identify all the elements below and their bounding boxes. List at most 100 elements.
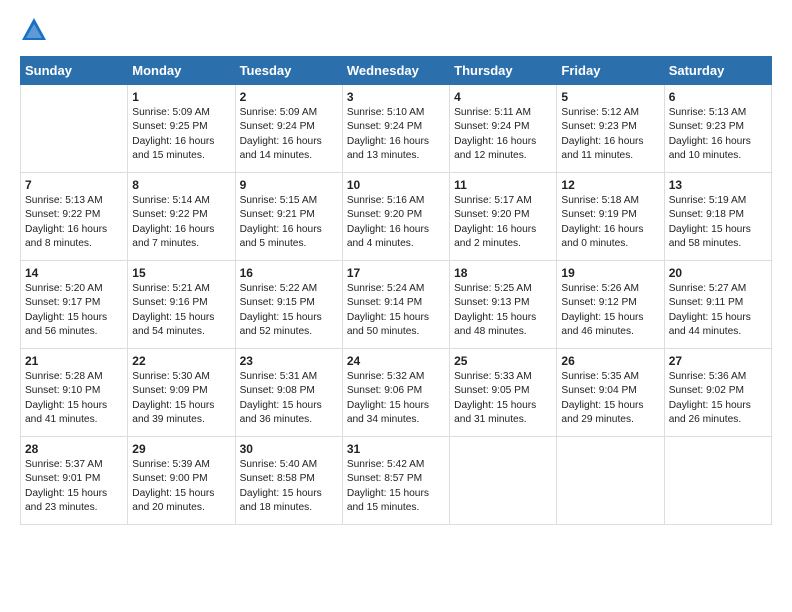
calendar-cell bbox=[450, 437, 557, 525]
day-number: 28 bbox=[25, 442, 123, 456]
day-number: 23 bbox=[240, 354, 338, 368]
calendar-cell: 23 Sunrise: 5:31 AM Sunset: 9:08 PM Dayli… bbox=[235, 349, 342, 437]
weekday-header: Tuesday bbox=[235, 57, 342, 85]
day-info: Sunrise: 5:35 AM Sunset: 9:04 PM Dayligh… bbox=[561, 370, 659, 427]
day-info: Sunrise: 5:15 AM Sunset: 9:21 PM Dayligh… bbox=[240, 194, 338, 251]
day-info: Sunrise: 5:31 AM Sunset: 9:08 PM Dayligh… bbox=[240, 370, 338, 427]
calendar-cell: 18Sunrise: 5:25 AM Sunset: 9:13 PM Dayli… bbox=[450, 261, 557, 349]
day-number: 3 bbox=[347, 90, 445, 104]
day-info: Sunrise: 5:18 AM Sunset: 9:19 PM Dayligh… bbox=[561, 194, 659, 251]
calendar-cell: 28 Sunrise: 5:37 AM Sunset: 9:01 PM Dayli… bbox=[21, 437, 128, 525]
day-info: Sunrise: 5:39 AM Sunset: 9:00 PM Dayligh… bbox=[132, 458, 230, 515]
day-info: Sunrise: 5:37 AM Sunset: 9:01 PM Dayligh… bbox=[25, 458, 123, 515]
calendar-cell: 5 Sunrise: 5:12 AM Sunset: 9:23 PM Daylig… bbox=[557, 85, 664, 173]
calendar-cell: 4 Sunrise: 5:11 AM Sunset: 9:24 PM Daylig… bbox=[450, 85, 557, 173]
day-number: 25 bbox=[454, 354, 552, 368]
day-number: 20 bbox=[669, 266, 767, 280]
day-number: 2 bbox=[240, 90, 338, 104]
day-number: 6 bbox=[669, 90, 767, 104]
weekday-header: Sunday bbox=[21, 57, 128, 85]
day-info: Sunrise: 5:13 AM Sunset: 9:23 PM Dayligh… bbox=[669, 106, 767, 163]
day-info: Sunrise: 5:33 AM Sunset: 9:05 PM Dayligh… bbox=[454, 370, 552, 427]
calendar-cell: 22 Sunrise: 5:30 AM Sunset: 9:09 PM Dayli… bbox=[128, 349, 235, 437]
logo-icon bbox=[20, 16, 48, 44]
calendar-week-row: 14 Sunrise: 5:20 AM Sunset: 9:17 PM Dayli… bbox=[21, 261, 772, 349]
calendar-week-row: 21 Sunrise: 5:28 AM Sunset: 9:10 PM Dayli… bbox=[21, 349, 772, 437]
day-number: 7 bbox=[25, 178, 123, 192]
calendar-cell: 19 Sunrise: 5:26 AM Sunset: 9:12 PM Dayli… bbox=[557, 261, 664, 349]
day-info: Sunrise: 5:16 AM Sunset: 9:20 PM Dayligh… bbox=[347, 194, 445, 251]
weekday-header: Friday bbox=[557, 57, 664, 85]
day-info: Sunrise: 5:20 AM Sunset: 9:17 PM Dayligh… bbox=[25, 282, 123, 339]
day-number: 11 bbox=[454, 178, 552, 192]
calendar-cell bbox=[21, 85, 128, 173]
calendar-cell: 13Sunrise: 5:19 AM Sunset: 9:18 PM Dayli… bbox=[664, 173, 771, 261]
day-number: 21 bbox=[25, 354, 123, 368]
day-info: Sunrise: 5:32 AM Sunset: 9:06 PM Dayligh… bbox=[347, 370, 445, 427]
day-number: 9 bbox=[240, 178, 338, 192]
day-info: Sunrise: 5:22 AM Sunset: 9:15 PM Dayligh… bbox=[240, 282, 338, 339]
calendar-cell: 8 Sunrise: 5:14 AM Sunset: 9:22 PM Daylig… bbox=[128, 173, 235, 261]
weekday-header: Wednesday bbox=[342, 57, 449, 85]
calendar-cell bbox=[557, 437, 664, 525]
day-number: 19 bbox=[561, 266, 659, 280]
day-number: 14 bbox=[25, 266, 123, 280]
day-number: 30 bbox=[240, 442, 338, 456]
day-number: 31 bbox=[347, 442, 445, 456]
day-number: 29 bbox=[132, 442, 230, 456]
day-number: 24 bbox=[347, 354, 445, 368]
day-info: Sunrise: 5:12 AM Sunset: 9:23 PM Dayligh… bbox=[561, 106, 659, 163]
calendar-cell: 16Sunrise: 5:22 AM Sunset: 9:15 PM Dayli… bbox=[235, 261, 342, 349]
weekday-header: Thursday bbox=[450, 57, 557, 85]
day-info: Sunrise: 5:17 AM Sunset: 9:20 PM Dayligh… bbox=[454, 194, 552, 251]
day-info: Sunrise: 5:24 AM Sunset: 9:14 PM Dayligh… bbox=[347, 282, 445, 339]
day-number: 10 bbox=[347, 178, 445, 192]
day-number: 17 bbox=[347, 266, 445, 280]
day-info: Sunrise: 5:40 AM Sunset: 8:58 PM Dayligh… bbox=[240, 458, 338, 515]
calendar-week-row: 1Sunrise: 5:09 AM Sunset: 9:25 PM Daylig… bbox=[21, 85, 772, 173]
calendar-week-row: 7Sunrise: 5:13 AM Sunset: 9:22 PM Daylig… bbox=[21, 173, 772, 261]
day-info: Sunrise: 5:36 AM Sunset: 9:02 PM Dayligh… bbox=[669, 370, 767, 427]
day-info: Sunrise: 5:21 AM Sunset: 9:16 PM Dayligh… bbox=[132, 282, 230, 339]
calendar-table: SundayMondayTuesdayWednesdayThursdayFrid… bbox=[20, 56, 772, 525]
calendar-cell: 20Sunrise: 5:27 AM Sunset: 9:11 PM Dayli… bbox=[664, 261, 771, 349]
calendar-cell: 12 Sunrise: 5:18 AM Sunset: 9:19 PM Dayli… bbox=[557, 173, 664, 261]
calendar-cell: 7Sunrise: 5:13 AM Sunset: 9:22 PM Daylig… bbox=[21, 173, 128, 261]
calendar-header-row: SundayMondayTuesdayWednesdayThursdayFrid… bbox=[21, 57, 772, 85]
day-number: 13 bbox=[669, 178, 767, 192]
calendar-cell: 6 Sunrise: 5:13 AM Sunset: 9:23 PM Daylig… bbox=[664, 85, 771, 173]
weekday-header: Monday bbox=[128, 57, 235, 85]
day-info: Sunrise: 5:42 AM Sunset: 8:57 PM Dayligh… bbox=[347, 458, 445, 515]
calendar-cell: 30 Sunrise: 5:40 AM Sunset: 8:58 PM Dayli… bbox=[235, 437, 342, 525]
day-number: 4 bbox=[454, 90, 552, 104]
day-number: 5 bbox=[561, 90, 659, 104]
day-info: Sunrise: 5:11 AM Sunset: 9:24 PM Dayligh… bbox=[454, 106, 552, 163]
day-number: 18 bbox=[454, 266, 552, 280]
day-number: 26 bbox=[561, 354, 659, 368]
logo bbox=[20, 16, 50, 44]
calendar-cell: 10 Sunrise: 5:16 AM Sunset: 9:20 PM Dayli… bbox=[342, 173, 449, 261]
calendar-cell: 26 Sunrise: 5:35 AM Sunset: 9:04 PM Dayli… bbox=[557, 349, 664, 437]
day-number: 12 bbox=[561, 178, 659, 192]
calendar-week-row: 28 Sunrise: 5:37 AM Sunset: 9:01 PM Dayli… bbox=[21, 437, 772, 525]
calendar-cell: 2 Sunrise: 5:09 AM Sunset: 9:24 PM Daylig… bbox=[235, 85, 342, 173]
day-info: Sunrise: 5:26 AM Sunset: 9:12 PM Dayligh… bbox=[561, 282, 659, 339]
calendar-cell: 14 Sunrise: 5:20 AM Sunset: 9:17 PM Dayli… bbox=[21, 261, 128, 349]
calendar-cell: 25 Sunrise: 5:33 AM Sunset: 9:05 PM Dayli… bbox=[450, 349, 557, 437]
day-number: 8 bbox=[132, 178, 230, 192]
day-number: 22 bbox=[132, 354, 230, 368]
calendar-cell bbox=[664, 437, 771, 525]
day-info: Sunrise: 5:28 AM Sunset: 9:10 PM Dayligh… bbox=[25, 370, 123, 427]
calendar-cell: 21 Sunrise: 5:28 AM Sunset: 9:10 PM Dayli… bbox=[21, 349, 128, 437]
calendar-cell: 29 Sunrise: 5:39 AM Sunset: 9:00 PM Dayli… bbox=[128, 437, 235, 525]
day-info: Sunrise: 5:10 AM Sunset: 9:24 PM Dayligh… bbox=[347, 106, 445, 163]
calendar-cell: 31 Sunrise: 5:42 AM Sunset: 8:57 PM Dayli… bbox=[342, 437, 449, 525]
page-header bbox=[20, 16, 772, 44]
calendar-cell: 27 Sunrise: 5:36 AM Sunset: 9:02 PM Dayli… bbox=[664, 349, 771, 437]
day-info: Sunrise: 5:30 AM Sunset: 9:09 PM Dayligh… bbox=[132, 370, 230, 427]
day-number: 27 bbox=[669, 354, 767, 368]
day-number: 1 bbox=[132, 90, 230, 104]
calendar-cell: 1Sunrise: 5:09 AM Sunset: 9:25 PM Daylig… bbox=[128, 85, 235, 173]
day-info: Sunrise: 5:09 AM Sunset: 9:24 PM Dayligh… bbox=[240, 106, 338, 163]
day-info: Sunrise: 5:14 AM Sunset: 9:22 PM Dayligh… bbox=[132, 194, 230, 251]
